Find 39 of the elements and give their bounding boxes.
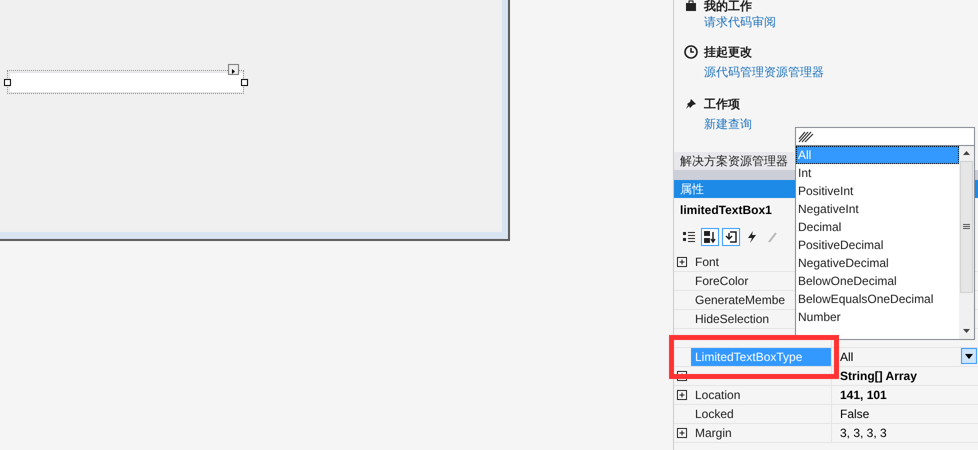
dropdown-item[interactable]: PositiveDecimal (796, 236, 959, 254)
dropdown-item[interactable]: Number (796, 308, 959, 326)
section-title: 工作项 (704, 96, 740, 112)
expand-icon[interactable] (677, 428, 688, 438)
dropdown-item[interactable]: NegativeInt (796, 200, 959, 218)
pin-icon (685, 98, 697, 110)
resize-handle[interactable] (4, 79, 11, 86)
dropdown-item[interactable]: Decimal (796, 218, 959, 236)
smart-tag-icon[interactable] (228, 64, 239, 75)
property-name[interactable]: Locked (691, 405, 831, 423)
resize-handle[interactable] (241, 79, 248, 86)
dropdown-item[interactable]: PositiveInt (796, 182, 959, 200)
caret-icon (965, 354, 973, 358)
solution-explorer-tab[interactable]: 解决方案资源管理器 (674, 152, 794, 170)
property-name[interactable]: Location (691, 386, 831, 404)
dropdown-item[interactable]: BelowEqualsOneDecimal (796, 290, 959, 308)
property-value: String[] Array (840, 368, 917, 385)
dropdown-button[interactable] (961, 348, 977, 364)
property-value: 3, 3, 3, 3 (840, 425, 887, 442)
expand-icon[interactable] (677, 256, 688, 268)
section-title: 我的工作 (704, 0, 752, 12)
dropdown-item[interactable]: NegativeDecimal (796, 254, 959, 272)
properties-icon[interactable] (722, 228, 740, 246)
dropdown-item[interactable]: Int (796, 164, 959, 182)
expand-icon[interactable] (677, 390, 688, 400)
object-selector[interactable]: limitedTextBox1 (674, 198, 772, 222)
property-name[interactable]: Margin (691, 424, 831, 442)
section-link[interactable]: 请求代码审阅 (704, 15, 776, 29)
section-link[interactable]: 新建查询 (704, 117, 752, 131)
property-value: 141, 101 (840, 387, 887, 404)
dropdown-item[interactable]: BelowOneDecimal (796, 272, 959, 290)
property-value: False (840, 406, 870, 423)
scrollbar-thumb[interactable] (960, 161, 973, 293)
property-value: All (840, 349, 854, 366)
section-link[interactable]: 源代码管理资源管理器 (704, 65, 824, 79)
section-title: 挂起更改 (704, 44, 752, 60)
briefcase-icon (685, 0, 697, 12)
clock-icon (684, 45, 698, 59)
hatch-icon (798, 130, 814, 142)
